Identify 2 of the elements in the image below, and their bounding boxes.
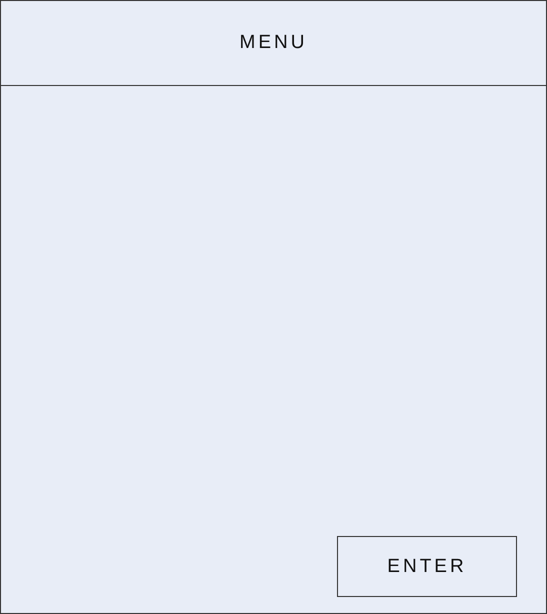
enter-button[interactable]: ENTER <box>337 536 517 597</box>
menu-title: MENU <box>240 32 308 54</box>
